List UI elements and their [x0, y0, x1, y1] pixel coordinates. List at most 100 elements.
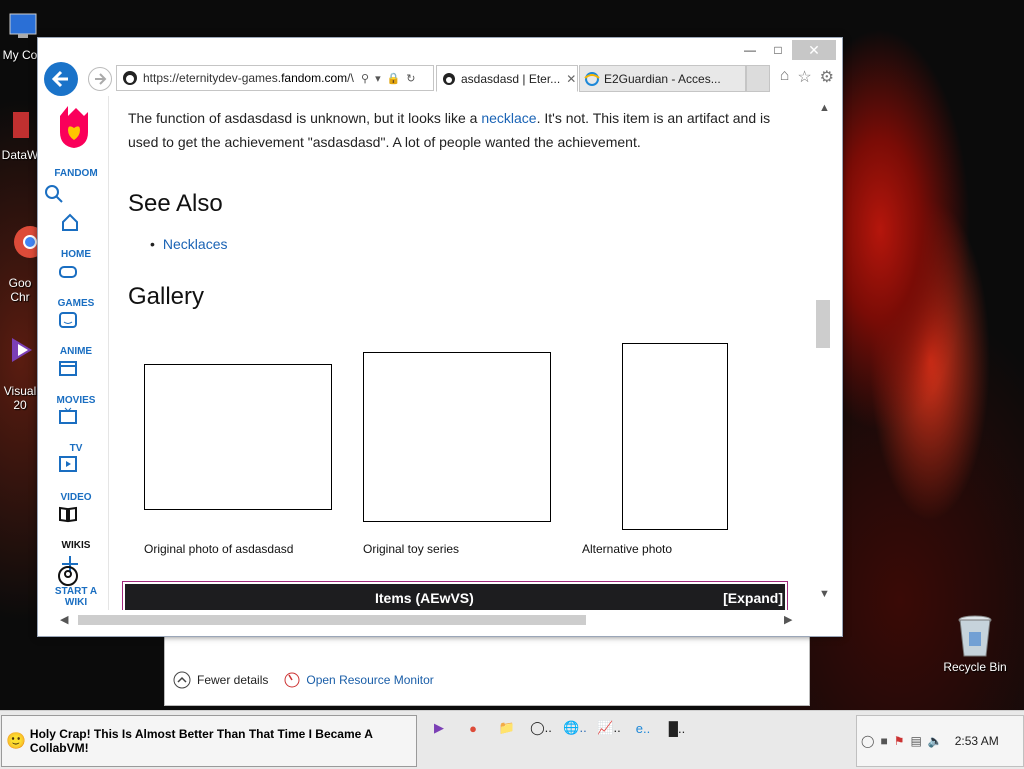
tray-icons: ◯ ■ ⚑ ▤ 🔈 — [861, 734, 943, 748]
favorites-star-icon[interactable]: ☆ — [797, 67, 811, 87]
internet-explorer-icon[interactable]: e.. — [628, 717, 658, 739]
rail-item-anime[interactable]: ANIME — [44, 346, 108, 357]
tab-asdasdasd[interactable]: asdasdasd | Eter... ✕ — [436, 65, 578, 92]
rail-item-video[interactable]: VIDEO — [44, 492, 108, 503]
fewer-details-button[interactable]: Fewer details — [173, 671, 268, 689]
scroll-right-icon[interactable]: ▶ — [784, 613, 792, 626]
arrow-left-icon — [51, 70, 68, 88]
arrow-right-icon — [95, 73, 107, 85]
new-tab-button[interactable] — [746, 65, 770, 92]
task-manager-footer: Fewer details Open Resource Monitor — [173, 671, 434, 689]
chrome-icon — [14, 226, 38, 258]
scroll-left-icon[interactable]: ◀ — [60, 613, 68, 626]
chevron-up-icon — [173, 671, 191, 689]
open-resource-monitor-link[interactable]: Open Resource Monitor — [284, 672, 434, 688]
desktop-icon-google-chrome[interactable]: Goo Chr — [0, 210, 40, 304]
site-favicon-icon — [123, 71, 137, 85]
vertical-scroll-thumb[interactable] — [816, 300, 830, 348]
clock[interactable]: 2:53 AM — [955, 734, 999, 748]
close-button[interactable]: ✕ — [792, 40, 836, 60]
gear-icon[interactable]: ⚙ — [820, 67, 834, 87]
necklaces-link[interactable]: Necklaces — [163, 236, 228, 252]
gallery-image-1[interactable] — [144, 364, 332, 510]
lock-icon[interactable]: 🔒 — [387, 72, 401, 85]
rail-item-movies[interactable]: MOVIES — [44, 395, 108, 406]
close-icon: ✕ — [808, 41, 820, 58]
desktop-icon-visual-studio[interactable]: Visual 20 — [0, 318, 40, 412]
navigation-bar: https://eternitydev-games.fandom.com/\ ⚲… — [38, 62, 842, 96]
desktop-icon-recycle-bin[interactable]: Recycle Bin — [940, 612, 1010, 674]
minimize-icon: — — [744, 43, 756, 57]
desktop-icon-label: DataW — [1, 148, 39, 162]
gallery-heading: Gallery — [128, 283, 205, 310]
site-favicon-icon — [443, 72, 455, 85]
rail-item-start-a-wiki[interactable]: START A WIKI — [44, 586, 108, 608]
anime-face-icon — [59, 312, 77, 328]
minimize-button[interactable]: — — [736, 40, 764, 60]
search-icon[interactable]: ⚲ — [361, 72, 369, 85]
task-manager-window: Fewer details Open Resource Monitor — [164, 632, 810, 706]
refresh-icon[interactable]: ↻ — [406, 72, 415, 85]
address-bar-icons: ⚲ ▾ 🔒 ↻ — [361, 72, 416, 85]
url-domain: fandom.com — [281, 71, 348, 85]
recycle-bin-icon — [958, 615, 992, 657]
forward-button[interactable] — [88, 67, 112, 91]
tv-icon — [59, 407, 77, 424]
desktop-icon-dataw[interactable]: DataW — [0, 110, 40, 162]
maximize-button[interactable]: □ — [764, 40, 792, 60]
article-paragraph: The function of asdasdasd is unknown, bu… — [128, 106, 788, 154]
close-tab-icon[interactable]: ✕ — [566, 72, 576, 86]
url-text[interactable]: https://eternitydev-games.fandom.com/\ — [143, 71, 357, 85]
visual-studio-icon[interactable]: ▶ — [424, 717, 454, 739]
tray-square-icon[interactable]: ■ — [880, 734, 887, 748]
vertical-scrollbar[interactable]: ▲ ▼ — [814, 96, 834, 610]
desktop-icon-label: Recycle Bin — [943, 660, 1007, 674]
clapperboard-icon — [59, 361, 77, 376]
flag-error-icon[interactable]: ⚑ — [894, 734, 905, 748]
navbox-expand-toggle[interactable]: [Expand] — [723, 590, 783, 606]
user-icon[interactable] — [58, 566, 78, 586]
address-bar[interactable]: https://eternitydev-games.fandom.com/\ ⚲… — [116, 65, 434, 91]
navbox-title: Items (AEwVS) — [375, 590, 474, 606]
media-player-icon[interactable]: ◯.. — [526, 717, 556, 739]
article-content: The function of asdasdasd is unknown, bu… — [122, 96, 788, 610]
maximize-icon: □ — [774, 43, 782, 57]
fandom-logo-icon — [60, 106, 88, 148]
horizontal-scroll-thumb[interactable] — [78, 615, 586, 625]
tab-e2guardian[interactable]: E2Guardian - Acces... — [579, 65, 746, 92]
search-icon[interactable] — [44, 184, 64, 204]
dropdown-icon[interactable]: ▾ — [375, 72, 381, 85]
gallery-image-2[interactable] — [363, 352, 551, 522]
necklace-link[interactable]: necklace — [481, 110, 536, 126]
network-icon[interactable]: ▤ — [910, 734, 921, 748]
globe-icon[interactable]: 🌐.. — [560, 717, 590, 739]
rail-item-games[interactable]: GAMES — [44, 298, 108, 309]
fandom-brand-label: FANDOM — [54, 168, 98, 179]
tray-app-icon[interactable]: ◯ — [861, 734, 874, 748]
command-prompt-icon[interactable]: █.. — [662, 717, 692, 739]
taskbar-window-button[interactable]: 🙂 Holy Crap! This Is Almost Better Than … — [1, 715, 417, 767]
desktop-icon-my-computer[interactable]: My Co — [0, 10, 40, 62]
performance-monitor-icon[interactable]: 📈.. — [594, 717, 624, 739]
rail-item-tv[interactable]: TV — [44, 443, 108, 454]
paragraph-text: The function of asdasdasd is unknown, bu… — [128, 110, 482, 126]
gallery-image-3[interactable] — [622, 343, 728, 530]
scroll-up-icon[interactable]: ▲ — [819, 102, 830, 114]
monitor-icon — [9, 13, 37, 38]
horizontal-scrollbar[interactable]: ◀ ▶ — [54, 612, 802, 628]
folder-icon[interactable]: 📁 — [492, 717, 522, 739]
rail-item-home[interactable]: HOME — [44, 249, 108, 260]
book-icon — [59, 506, 77, 523]
gallery-caption-2: Original toy series — [363, 542, 460, 556]
back-button[interactable] — [44, 62, 78, 96]
browser-toolbar: ⌂ ☆ ⚙ — [780, 67, 834, 87]
scroll-down-icon[interactable]: ▼ — [819, 588, 830, 600]
tab-label: E2Guardian - Acces... — [604, 71, 721, 86]
volume-icon[interactable]: 🔈 — [928, 734, 943, 748]
home-icon[interactable] — [60, 212, 80, 232]
play-icon — [59, 456, 77, 472]
rail-item-wikis[interactable]: WIKIS — [44, 540, 108, 551]
chrome-icon[interactable]: ● — [458, 717, 488, 739]
home-icon[interactable]: ⌂ — [780, 67, 790, 87]
gamepad-icon — [59, 266, 77, 278]
